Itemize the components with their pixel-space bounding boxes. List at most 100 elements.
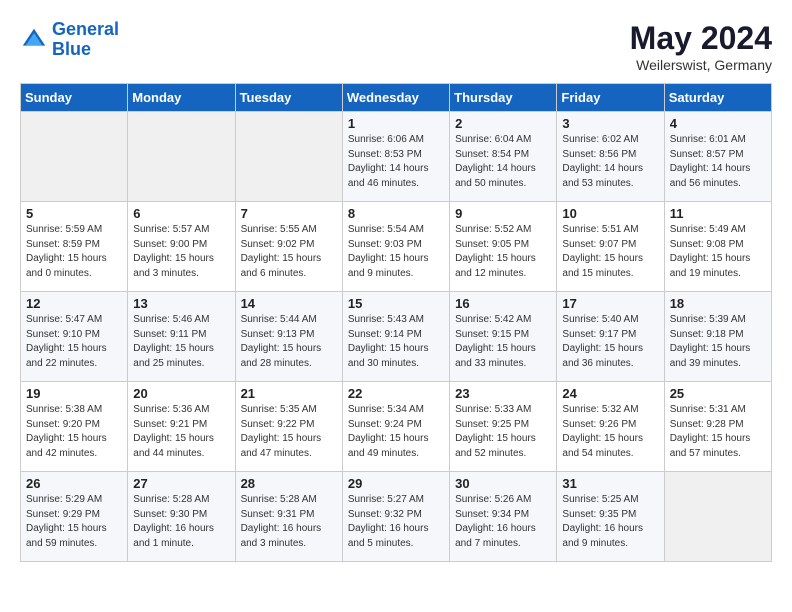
day-number: 15 xyxy=(348,296,444,311)
day-number: 28 xyxy=(241,476,337,491)
calendar-cell: 13Sunrise: 5:46 AMSunset: 9:11 PMDayligh… xyxy=(128,292,235,382)
weekday-header: Tuesday xyxy=(235,84,342,112)
day-number: 22 xyxy=(348,386,444,401)
cell-info: Sunrise: 5:31 AMSunset: 9:28 PMDaylight:… xyxy=(670,403,766,461)
cell-info: Sunrise: 5:38 AMSunset: 9:20 PMDaylight:… xyxy=(26,403,122,461)
cell-info: Sunrise: 5:25 AMSunset: 9:35 PMDaylight:… xyxy=(562,493,658,551)
month-title: May 2024 xyxy=(630,20,772,57)
cell-info: Sunrise: 6:01 AMSunset: 8:57 PMDaylight:… xyxy=(670,133,766,191)
calendar-cell: 4 Sunrise: 6:01 AMSunset: 8:57 PMDaylight… xyxy=(664,112,771,202)
calendar-cell: 23Sunrise: 5:33 AMSunset: 9:25 PMDayligh… xyxy=(450,382,557,472)
calendar-cell: 17Sunrise: 5:40 AMSunset: 9:17 PMDayligh… xyxy=(557,292,664,382)
day-number: 6 xyxy=(133,206,229,221)
day-number: 24 xyxy=(562,386,658,401)
calendar-cell: 31 Sunrise: 5:25 AMSunset: 9:35 PMDayligh… xyxy=(557,472,664,562)
calendar-cell: 22Sunrise: 5:34 AMSunset: 9:24 PMDayligh… xyxy=(342,382,449,472)
weekday-header-row: SundayMondayTuesdayWednesdayThursdayFrid… xyxy=(21,84,772,112)
calendar-cell: 30Sunrise: 5:26 AMSunset: 9:34 PMDayligh… xyxy=(450,472,557,562)
calendar-cell xyxy=(235,112,342,202)
cell-info: Sunrise: 5:40 AMSunset: 9:17 PMDaylight:… xyxy=(562,313,658,371)
cell-info: Sunrise: 5:36 AMSunset: 9:21 PMDaylight:… xyxy=(133,403,229,461)
calendar-cell: 29 Sunrise: 5:27 AMSunset: 9:32 PMDayligh… xyxy=(342,472,449,562)
cell-info: Sunrise: 6:06 AMSunset: 8:53 PMDaylight:… xyxy=(348,133,444,191)
cell-info: Sunrise: 5:55 AMSunset: 9:02 PMDaylight:… xyxy=(241,223,337,281)
weekday-header: Thursday xyxy=(450,84,557,112)
day-number: 12 xyxy=(26,296,122,311)
calendar-cell xyxy=(128,112,235,202)
calendar-cell: 21Sunrise: 5:35 AMSunset: 9:22 PMDayligh… xyxy=(235,382,342,472)
day-number: 11 xyxy=(670,206,766,221)
day-number: 23 xyxy=(455,386,551,401)
day-number: 14 xyxy=(241,296,337,311)
calendar-cell: 25 Sunrise: 5:31 AMSunset: 9:28 PMDayligh… xyxy=(664,382,771,472)
day-number: 16 xyxy=(455,296,551,311)
calendar-cell: 1 Sunrise: 6:06 AMSunset: 8:53 PMDaylight… xyxy=(342,112,449,202)
calendar-cell: 5Sunrise: 5:59 AMSunset: 8:59 PMDaylight… xyxy=(21,202,128,292)
calendar-cell: 26 Sunrise: 5:29 AMSunset: 9:29 PMDayligh… xyxy=(21,472,128,562)
day-number: 8 xyxy=(348,206,444,221)
logo-text: General Blue xyxy=(52,20,119,60)
cell-info: Sunrise: 5:47 AMSunset: 9:10 PMDaylight:… xyxy=(26,313,122,371)
day-number: 2 xyxy=(455,116,551,131)
weekday-header: Wednesday xyxy=(342,84,449,112)
cell-info: Sunrise: 5:27 AMSunset: 9:32 PMDaylight:… xyxy=(348,493,444,551)
calendar-cell: 6 Sunrise: 5:57 AMSunset: 9:00 PMDaylight… xyxy=(128,202,235,292)
day-number: 26 xyxy=(26,476,122,491)
cell-info: Sunrise: 5:52 AMSunset: 9:05 PMDaylight:… xyxy=(455,223,551,281)
cell-info: Sunrise: 5:42 AMSunset: 9:15 PMDaylight:… xyxy=(455,313,551,371)
day-number: 1 xyxy=(348,116,444,131)
day-number: 9 xyxy=(455,206,551,221)
calendar-cell: 8Sunrise: 5:54 AMSunset: 9:03 PMDaylight… xyxy=(342,202,449,292)
cell-info: Sunrise: 5:28 AMSunset: 9:31 PMDaylight:… xyxy=(241,493,337,551)
day-number: 18 xyxy=(670,296,766,311)
cell-info: Sunrise: 5:26 AMSunset: 9:34 PMDaylight:… xyxy=(455,493,551,551)
calendar-cell: 28 Sunrise: 5:28 AMSunset: 9:31 PMDayligh… xyxy=(235,472,342,562)
cell-info: Sunrise: 6:02 AMSunset: 8:56 PMDaylight:… xyxy=(562,133,658,191)
calendar-cell: 16 Sunrise: 5:42 AMSunset: 9:15 PMDayligh… xyxy=(450,292,557,382)
logo-icon xyxy=(20,26,48,54)
cell-info: Sunrise: 5:46 AMSunset: 9:11 PMDaylight:… xyxy=(133,313,229,371)
cell-info: Sunrise: 5:59 AMSunset: 8:59 PMDaylight:… xyxy=(26,223,122,281)
calendar-week-row: 1 Sunrise: 6:06 AMSunset: 8:53 PMDaylight… xyxy=(21,112,772,202)
calendar-cell: 3 Sunrise: 6:02 AMSunset: 8:56 PMDaylight… xyxy=(557,112,664,202)
calendar-cell xyxy=(21,112,128,202)
cell-info: Sunrise: 5:49 AMSunset: 9:08 PMDaylight:… xyxy=(670,223,766,281)
weekday-header: Saturday xyxy=(664,84,771,112)
calendar-cell: 27 Sunrise: 5:28 AMSunset: 9:30 PMDayligh… xyxy=(128,472,235,562)
cell-info: Sunrise: 5:28 AMSunset: 9:30 PMDaylight:… xyxy=(133,493,229,551)
calendar-week-row: 5Sunrise: 5:59 AMSunset: 8:59 PMDaylight… xyxy=(21,202,772,292)
calendar-cell: 10Sunrise: 5:51 AMSunset: 9:07 PMDayligh… xyxy=(557,202,664,292)
cell-info: Sunrise: 5:29 AMSunset: 9:29 PMDaylight:… xyxy=(26,493,122,551)
calendar-cell: 7 Sunrise: 5:55 AMSunset: 9:02 PMDaylight… xyxy=(235,202,342,292)
day-number: 20 xyxy=(133,386,229,401)
logo: General Blue xyxy=(20,20,119,60)
day-number: 7 xyxy=(241,206,337,221)
cell-info: Sunrise: 5:39 AMSunset: 9:18 PMDaylight:… xyxy=(670,313,766,371)
calendar-cell: 14 Sunrise: 5:44 AMSunset: 9:13 PMDayligh… xyxy=(235,292,342,382)
page-header: General Blue May 2024 Weilerswist, Germa… xyxy=(20,20,772,73)
cell-info: Sunrise: 5:43 AMSunset: 9:14 PMDaylight:… xyxy=(348,313,444,371)
weekday-header: Monday xyxy=(128,84,235,112)
location: Weilerswist, Germany xyxy=(630,57,772,73)
calendar-week-row: 26 Sunrise: 5:29 AMSunset: 9:29 PMDayligh… xyxy=(21,472,772,562)
day-number: 21 xyxy=(241,386,337,401)
calendar-cell: 18 Sunrise: 5:39 AMSunset: 9:18 PMDayligh… xyxy=(664,292,771,382)
day-number: 31 xyxy=(562,476,658,491)
calendar-cell: 24 Sunrise: 5:32 AMSunset: 9:26 PMDayligh… xyxy=(557,382,664,472)
cell-info: Sunrise: 5:44 AMSunset: 9:13 PMDaylight:… xyxy=(241,313,337,371)
cell-info: Sunrise: 5:57 AMSunset: 9:00 PMDaylight:… xyxy=(133,223,229,281)
day-number: 25 xyxy=(670,386,766,401)
calendar-week-row: 12 Sunrise: 5:47 AMSunset: 9:10 PMDayligh… xyxy=(21,292,772,382)
calendar-cell: 2 Sunrise: 6:04 AMSunset: 8:54 PMDaylight… xyxy=(450,112,557,202)
calendar-cell xyxy=(664,472,771,562)
calendar-table: SundayMondayTuesdayWednesdayThursdayFrid… xyxy=(20,83,772,562)
cell-info: Sunrise: 5:32 AMSunset: 9:26 PMDaylight:… xyxy=(562,403,658,461)
weekday-header: Sunday xyxy=(21,84,128,112)
day-number: 10 xyxy=(562,206,658,221)
day-number: 3 xyxy=(562,116,658,131)
calendar-week-row: 19Sunrise: 5:38 AMSunset: 9:20 PMDayligh… xyxy=(21,382,772,472)
day-number: 4 xyxy=(670,116,766,131)
day-number: 27 xyxy=(133,476,229,491)
cell-info: Sunrise: 6:04 AMSunset: 8:54 PMDaylight:… xyxy=(455,133,551,191)
day-number: 29 xyxy=(348,476,444,491)
